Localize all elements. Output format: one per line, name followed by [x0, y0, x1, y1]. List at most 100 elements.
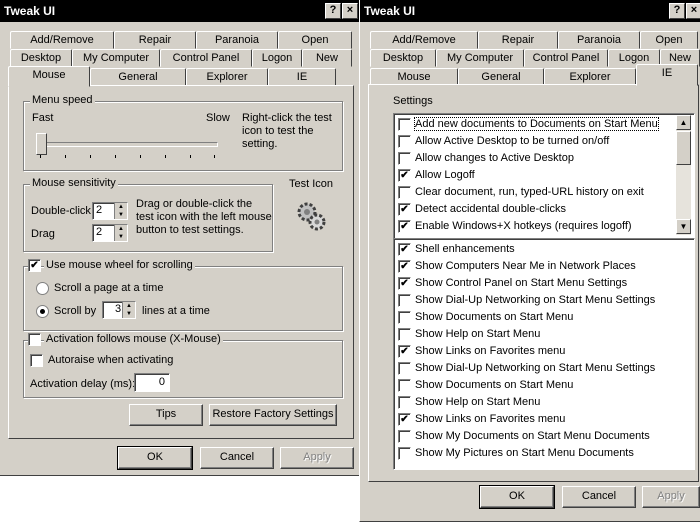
tab-open[interactable]: Open: [640, 31, 698, 49]
setting-label: Detect accidental double-clicks: [415, 203, 567, 215]
xmouse-label[interactable]: Activation follows mouse (X-Mouse): [44, 333, 223, 345]
scroll-thumb[interactable]: [676, 131, 691, 165]
setting-label: Allow Active Desktop to be turned on/off: [415, 135, 610, 147]
settings-scrollbar[interactable]: ▲ ▼: [676, 115, 691, 235]
autoraise-label[interactable]: Autoraise when activating: [48, 354, 173, 366]
tab-repair[interactable]: Repair: [478, 31, 558, 49]
spin-up-icon[interactable]: ▲: [123, 302, 135, 310]
spin-down-icon[interactable]: ▼: [123, 310, 135, 318]
setting-label: Show Dial-Up Networking on Start Menu Se…: [415, 294, 656, 306]
scroll-by-label[interactable]: Scroll by: [54, 305, 96, 317]
drag-spinner[interactable]: 2 ▲ ▼: [92, 224, 128, 242]
doubleclick-label: Double-click: [31, 205, 91, 217]
window-title: Tweak UI: [364, 4, 416, 18]
apply-button[interactable]: Apply: [280, 447, 354, 469]
setting-checkbox[interactable]: [398, 118, 411, 131]
mouse-sensitivity-label: Mouse sensitivity: [30, 177, 118, 189]
ok-button[interactable]: OK: [479, 485, 555, 509]
tab-add-remove[interactable]: Add/Remove: [10, 31, 114, 49]
scroll-page-radio[interactable]: [36, 282, 49, 295]
tab-explorer[interactable]: Explorer: [186, 68, 268, 86]
mouse-tab-panel: Menu speed Fast Slow Right-click the tes…: [8, 85, 354, 439]
scroll-up-icon[interactable]: ▲: [676, 115, 691, 130]
spin-down-icon[interactable]: ▼: [115, 211, 127, 219]
setting-checkbox[interactable]: [398, 447, 411, 460]
setting-label: Enable Windows+X hotkeys (requires logof…: [415, 220, 632, 232]
tab-desktop[interactable]: Desktop: [370, 49, 436, 67]
tab-paranoia[interactable]: Paranoia: [558, 31, 640, 49]
spin-up-icon[interactable]: ▲: [115, 203, 127, 211]
settings-list-bottom[interactable]: ✔ Shell enhancements ✔ Show Computers Near …: [393, 238, 695, 470]
setting-checkbox[interactable]: [398, 186, 411, 199]
help-button[interactable]: ?: [325, 3, 341, 19]
tab-my-computer[interactable]: My Computer: [72, 49, 160, 67]
setting-checkbox[interactable]: [398, 152, 411, 165]
setting-checkbox[interactable]: [398, 430, 411, 443]
help-button[interactable]: ?: [669, 3, 685, 19]
scroll-down-icon[interactable]: ▼: [676, 219, 691, 234]
menu-speed-slider[interactable]: [36, 133, 47, 155]
scroll-by-radio[interactable]: [36, 305, 49, 318]
setting-checkbox[interactable]: [398, 135, 411, 148]
activation-delay-input[interactable]: 0: [134, 373, 170, 392]
settings-label: Settings: [393, 95, 433, 107]
scroll-page-label[interactable]: Scroll a page at a time: [54, 282, 163, 294]
tab-desktop[interactable]: Desktop: [10, 49, 72, 67]
tab-control-panel[interactable]: Control Panel: [524, 49, 608, 67]
setting-checkbox[interactable]: [398, 311, 411, 324]
tips-button[interactable]: Tips: [129, 404, 203, 426]
close-button[interactable]: ×: [686, 3, 700, 19]
tab-mouse[interactable]: Mouse: [8, 66, 90, 87]
fast-label: Fast: [32, 112, 54, 124]
tab-add-remove[interactable]: Add/Remove: [370, 31, 478, 49]
tab-logon[interactable]: Logon: [252, 49, 302, 67]
lines-label: lines at a time: [142, 305, 210, 317]
wheel-group: ✔ Use mouse wheel for scrolling Scroll a…: [23, 259, 343, 331]
setting-checkbox[interactable]: ✔: [398, 220, 411, 233]
slider-tick: [90, 155, 91, 158]
settings-list-top[interactable]: Add new documents to Documents on Start …: [393, 113, 695, 239]
cancel-button[interactable]: Cancel: [562, 486, 636, 508]
xmouse-checkbox[interactable]: [28, 333, 41, 346]
setting-checkbox[interactable]: ✔: [398, 260, 411, 273]
title-bar[interactable]: Tweak UI ? ×: [0, 0, 359, 22]
setting-checkbox[interactable]: ✔: [398, 277, 411, 290]
close-button[interactable]: ×: [342, 3, 358, 19]
ok-button[interactable]: OK: [117, 446, 193, 470]
tab-ie[interactable]: IE: [268, 68, 336, 86]
tab-ie[interactable]: IE: [636, 64, 698, 86]
restore-factory-button[interactable]: Restore Factory Settings: [209, 404, 337, 426]
setting-checkbox[interactable]: [398, 396, 411, 409]
setting-checkbox[interactable]: [398, 379, 411, 392]
spin-down-icon[interactable]: ▼: [115, 233, 127, 241]
tab-general[interactable]: General: [90, 68, 186, 86]
setting-checkbox[interactable]: [398, 328, 411, 341]
setting-checkbox[interactable]: ✔: [398, 169, 411, 182]
setting-checkbox[interactable]: [398, 294, 411, 307]
setting-label: Show Documents on Start Menu: [415, 311, 574, 323]
setting-checkbox[interactable]: ✔: [398, 413, 411, 426]
gears-icon[interactable]: [293, 198, 329, 234]
doubleclick-spinner[interactable]: 2 ▲ ▼: [92, 202, 128, 220]
tab-control-panel[interactable]: Control Panel: [160, 49, 252, 67]
tab-my-computer[interactable]: My Computer: [436, 49, 524, 67]
tab-open[interactable]: Open: [278, 31, 352, 49]
cancel-button[interactable]: Cancel: [200, 447, 274, 469]
setting-checkbox[interactable]: ✔: [398, 345, 411, 358]
tab-new[interactable]: New: [302, 49, 352, 67]
use-wheel-checkbox[interactable]: ✔: [28, 259, 41, 272]
use-wheel-label[interactable]: Use mouse wheel for scrolling: [44, 259, 195, 271]
sensitivity-hint: Drag or double-click the test icon with …: [136, 198, 272, 236]
title-bar[interactable]: Tweak UI ? ×: [360, 0, 700, 22]
setting-checkbox[interactable]: [398, 362, 411, 375]
menu-speed-hint: Right-click the test icon to test the se…: [242, 112, 332, 150]
setting-checkbox[interactable]: ✔: [398, 243, 411, 256]
setting-label: Clear document, run, typed-URL history o…: [415, 186, 644, 198]
autoraise-checkbox[interactable]: [30, 354, 43, 367]
tab-repair[interactable]: Repair: [114, 31, 196, 49]
scroll-lines-spinner[interactable]: 3 ▲ ▼: [102, 301, 136, 319]
setting-checkbox[interactable]: ✔: [398, 203, 411, 216]
tab-paranoia[interactable]: Paranoia: [196, 31, 278, 49]
apply-button[interactable]: Apply: [642, 486, 700, 508]
spin-up-icon[interactable]: ▲: [115, 225, 127, 233]
